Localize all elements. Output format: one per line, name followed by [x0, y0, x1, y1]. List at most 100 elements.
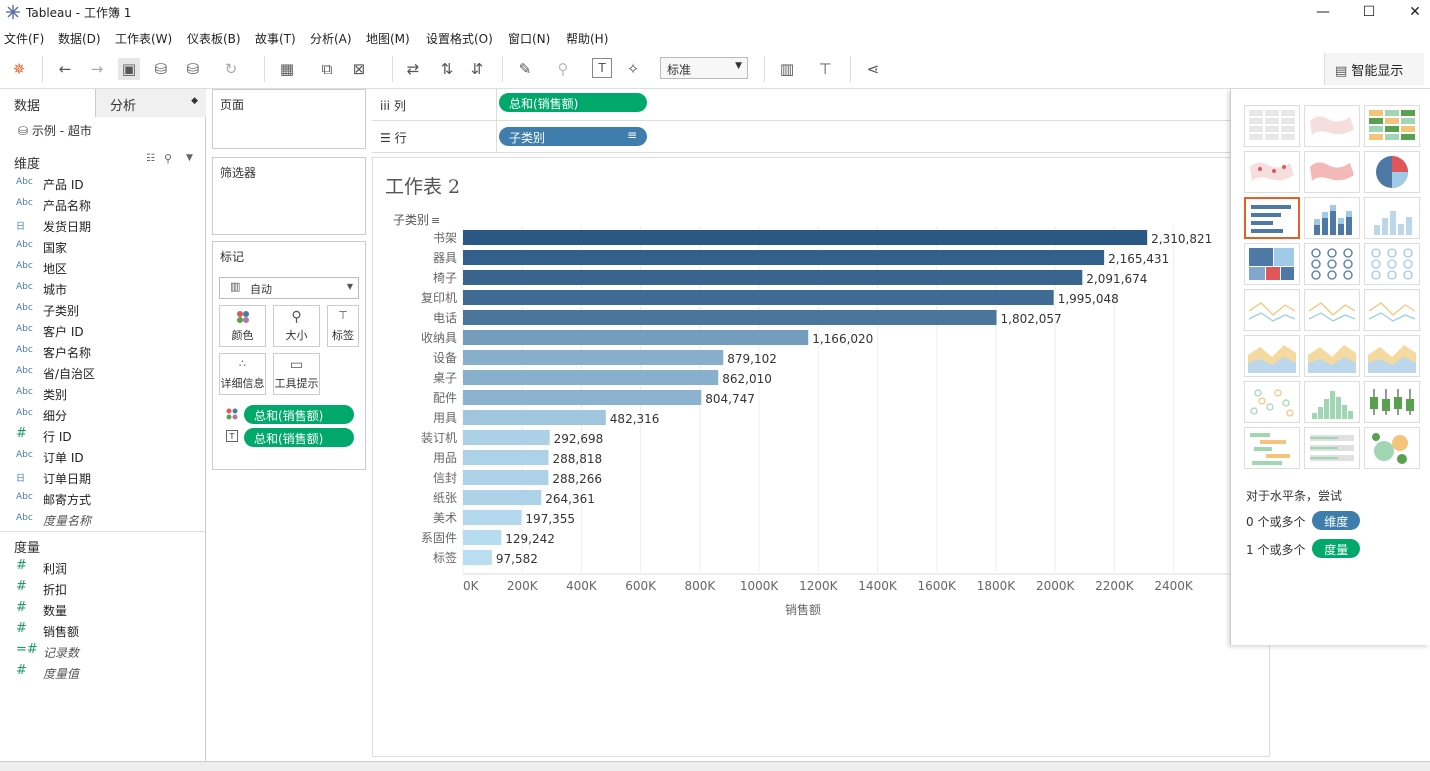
dimension-field[interactable]: Abc 产品 ID — [0, 173, 205, 194]
clear-sheet-icon[interactable]: ⊠ — [348, 58, 370, 80]
chart-type-packed-bubbles-icon[interactable] — [1364, 427, 1420, 469]
dimension-field[interactable]: Abc 子类别 — [0, 299, 205, 320]
fit-select[interactable]: 标准 ▼ — [660, 57, 748, 79]
tableau-home-icon[interactable]: ✵ — [8, 58, 30, 80]
view-options-icon[interactable]: ☷ — [146, 153, 155, 164]
share-icon[interactable]: ⋖ — [862, 58, 884, 80]
bar[interactable] — [463, 470, 549, 485]
color-button[interactable]: 颜色 — [219, 305, 266, 347]
bar[interactable] — [463, 310, 997, 325]
chart-type-text-table-icon[interactable] — [1244, 105, 1300, 147]
measure-field[interactable]: # 销售额 — [0, 620, 205, 641]
measure-field[interactable]: =# 记录数 — [0, 641, 205, 662]
chart-type-gantt-icon[interactable] — [1244, 427, 1300, 469]
chart-type-scatter-plot-icon[interactable] — [1244, 381, 1300, 423]
measure-field[interactable]: # 数量 — [0, 599, 205, 620]
highlight-icon[interactable]: ✎ — [514, 58, 536, 80]
undo-icon[interactable]: ← — [54, 58, 76, 80]
chevron-down-icon[interactable]: ▼ — [186, 153, 193, 163]
menu-format[interactable]: 设置格式(O) — [426, 30, 493, 47]
chart-type-area-discrete-icon[interactable] — [1304, 335, 1360, 377]
sort-ascending-icon[interactable]: ⇅ — [436, 58, 458, 80]
chart-type-pie-chart-icon[interactable] — [1364, 151, 1420, 193]
dimension-field[interactable]: 日 订单日期 — [0, 467, 205, 488]
fix-axes-icon[interactable]: ✧ — [622, 58, 644, 80]
menu-map[interactable]: 地图(M) — [366, 30, 410, 47]
sheet-tabs-bar[interactable] — [0, 761, 1430, 771]
menu-help[interactable]: 帮助(H) — [566, 30, 608, 47]
refresh-icon[interactable]: ↻ — [220, 58, 242, 80]
bar[interactable] — [463, 290, 1054, 305]
dimension-field[interactable]: # 行 ID — [0, 425, 205, 446]
bar[interactable] — [463, 390, 702, 405]
menu-window[interactable]: 窗口(N) — [508, 30, 550, 47]
chart-type-filled-map-icon[interactable] — [1304, 151, 1360, 193]
bar[interactable] — [463, 370, 719, 385]
measure-field[interactable]: # 利润 — [0, 557, 205, 578]
bar[interactable] — [463, 430, 550, 445]
pause-updates-icon[interactable]: ⛁ — [182, 58, 204, 80]
bar[interactable] — [463, 330, 809, 345]
group-members-icon[interactable]: ⚲ — [552, 58, 574, 80]
chart-type-bullet-graph-icon[interactable] — [1304, 427, 1360, 469]
close-button[interactable]: ✕ — [1400, 2, 1430, 22]
columns-shelf[interactable]: iii 列 总和(销售额) — [372, 89, 1230, 121]
chart-type-lines-continuous-icon[interactable] — [1244, 289, 1300, 331]
dimension-field[interactable]: Abc 城市 — [0, 278, 205, 299]
dimension-field[interactable]: 日 发货日期 — [0, 215, 205, 236]
maximize-button[interactable]: ☐ — [1354, 2, 1384, 22]
filters-card[interactable]: 筛选器 — [212, 157, 366, 235]
chart-type-side-by-side-bars-icon[interactable] — [1364, 197, 1420, 239]
rows-shelf[interactable]: ☰ 行 子类别 ≡ — [372, 121, 1230, 153]
chart-type-histogram-icon[interactable] — [1304, 381, 1360, 423]
bar[interactable] — [463, 250, 1105, 265]
tab-data[interactable]: 数据 — [0, 89, 96, 117]
chart-type-treemap-icon[interactable] — [1244, 243, 1300, 285]
color-measure-pill[interactable]: 总和(销售额) — [244, 405, 354, 424]
presentation-mode-icon[interactable]: ⊤ — [814, 58, 836, 80]
new-worksheet-icon[interactable]: ▦ — [276, 58, 298, 80]
chart-type-horizontal-bars-icon[interactable] — [1244, 197, 1300, 239]
tab-analysis[interactable]: 分析 ◆ — [96, 89, 206, 117]
swap-rows-columns-icon[interactable]: ⇄ — [402, 58, 424, 80]
show-mark-labels-icon[interactable]: T — [592, 58, 612, 78]
chart-type-dual-combination-icon[interactable] — [1364, 335, 1420, 377]
bar[interactable] — [463, 550, 492, 565]
datasource-item[interactable]: ⛁ 示例 - 超市 — [18, 122, 92, 139]
sort-descending-icon[interactable]: ⇵ — [466, 58, 488, 80]
dimension-field[interactable]: Abc 类别 — [0, 383, 205, 404]
menu-worksheet[interactable]: 工作表(W) — [115, 30, 172, 47]
redo-icon[interactable]: → — [86, 58, 108, 80]
minimize-button[interactable]: — — [1308, 2, 1338, 22]
measure-field[interactable]: # 度量值 — [0, 662, 205, 683]
detail-button[interactable]: ∴ 详细信息 — [219, 353, 266, 395]
menu-story[interactable]: 故事(T) — [255, 30, 296, 47]
chart-type-heat-map-icon[interactable] — [1304, 105, 1360, 147]
chart-type-box-whisker-icon[interactable] — [1364, 381, 1420, 423]
bar[interactable] — [463, 450, 549, 465]
size-button[interactable]: ⚲ 大小 — [273, 305, 320, 347]
chart-type-area-continuous-icon[interactable] — [1244, 335, 1300, 377]
pages-card[interactable]: 页面 — [212, 89, 366, 149]
dimension-field[interactable]: Abc 地区 — [0, 257, 205, 278]
sort-icon[interactable]: ≡ — [431, 214, 440, 227]
bar[interactable] — [463, 270, 1083, 285]
menu-dashboard[interactable]: 仪表板(B) — [187, 30, 241, 47]
show-cards-icon[interactable]: ▥ — [776, 58, 798, 80]
smart-show-button[interactable]: ▤ 智能显示 — [1324, 53, 1424, 85]
bar[interactable] — [463, 410, 606, 425]
mark-type-select[interactable]: ▥ 自动 ▼ — [219, 277, 359, 299]
label-measure-pill[interactable]: 总和(销售额) — [244, 428, 354, 447]
menu-file[interactable]: 文件(F) — [4, 30, 44, 47]
chart-type-lines-discrete-icon[interactable] — [1304, 289, 1360, 331]
new-datasource-icon[interactable]: ⛁ — [150, 58, 172, 80]
chart-type-symbol-map-icon[interactable] — [1244, 151, 1300, 193]
dimension-field[interactable]: Abc 省/自治区 — [0, 362, 205, 383]
dimension-field[interactable]: Abc 客户名称 — [0, 341, 205, 362]
chart-type-highlight-table-icon[interactable] — [1364, 105, 1420, 147]
tooltip-button[interactable]: ▭ 工具提示 — [273, 353, 320, 395]
columns-measure-pill[interactable]: 总和(销售额) — [499, 93, 647, 112]
dimension-field[interactable]: Abc 邮寄方式 — [0, 488, 205, 509]
dimension-field[interactable]: Abc 客户 ID — [0, 320, 205, 341]
bar[interactable] — [463, 530, 502, 545]
